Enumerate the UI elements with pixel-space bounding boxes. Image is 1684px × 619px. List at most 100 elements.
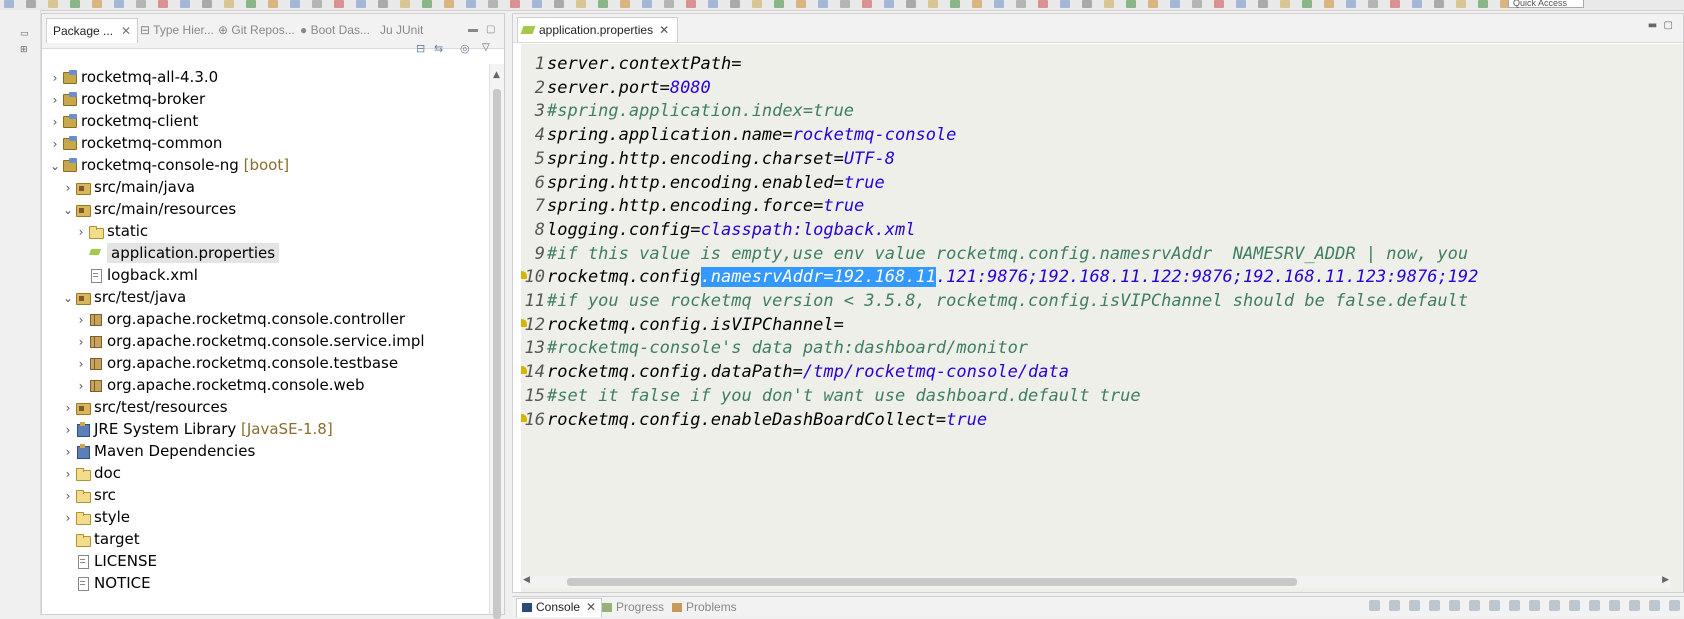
toolbar-button-icon[interactable]	[950, 0, 960, 8]
toolbar-button-icon[interactable]	[796, 0, 806, 8]
console-tool-icon[interactable]	[1489, 600, 1500, 611]
toolbar-button-icon[interactable]	[1434, 0, 1444, 8]
toolbar-button-icon[interactable]	[994, 0, 1004, 8]
console-tool-icon[interactable]	[1649, 600, 1660, 611]
tab-junit[interactable]: Ju JUnit	[380, 20, 423, 40]
toolbar-button-icon[interactable]	[1302, 0, 1312, 8]
toolbar-button-icon[interactable]	[708, 0, 718, 8]
chevron-right-icon[interactable]: ›	[61, 441, 75, 464]
tree-item[interactable]: › src/main/java	[61, 176, 195, 199]
scroll-thumb[interactable]	[493, 89, 501, 619]
tree-item[interactable]: › static	[74, 220, 149, 243]
collapse-all-icon[interactable]: ⊟	[416, 42, 425, 55]
link-with-editor-icon[interactable]: ⇆	[434, 42, 443, 55]
toolbar-button-icon[interactable]	[114, 0, 124, 8]
toolbar-button-icon[interactable]	[356, 0, 366, 8]
toolbar-button-icon[interactable]	[1456, 0, 1466, 8]
tree-item[interactable]: › org.apache.rocketmq.console.service.imp…	[74, 330, 425, 353]
view-menu-icon[interactable]: ▽	[482, 42, 490, 53]
toolbar-button-icon[interactable]	[70, 0, 80, 8]
tree-item[interactable]: › org.apache.rocketmq.console.web	[74, 374, 365, 397]
chevron-right-icon[interactable]: ›	[61, 177, 75, 200]
tab-progress[interactable]: Progress	[602, 599, 664, 615]
toolbar-button-icon[interactable]	[26, 0, 36, 8]
console-tool-icon[interactable]	[1529, 600, 1540, 611]
maximize-icon[interactable]: ▢	[486, 20, 495, 40]
editor-min-max-icon[interactable]: ▬ ▢	[1648, 20, 1673, 31]
toolbar-button-icon[interactable]	[1346, 0, 1356, 8]
tab-application-properties[interactable]: application.properties ✕	[517, 17, 679, 42]
toolbar-button-icon[interactable]	[972, 0, 982, 8]
toolbar-button-icon[interactable]	[664, 0, 674, 8]
toolbar-button-icon[interactable]	[1280, 0, 1290, 8]
tree-item[interactable]: ⌄ src/main/resources	[61, 198, 236, 221]
toolbar-button-icon[interactable]	[268, 0, 278, 8]
console-tool-icon[interactable]	[1669, 600, 1680, 611]
toolbar-button-icon[interactable]	[312, 0, 322, 8]
toolbar-button-icon[interactable]	[1390, 0, 1400, 8]
tree-item[interactable]: › Maven Dependencies	[61, 440, 256, 464]
toolbar-button-icon[interactable]	[554, 0, 564, 8]
quick-access-input[interactable]: Quick Access	[1508, 0, 1584, 8]
toolbar-button-icon[interactable]	[620, 0, 630, 8]
toolbar-button-icon[interactable]	[1192, 0, 1202, 8]
console-tool-icon[interactable]	[1469, 600, 1480, 611]
toolbar-button-icon[interactable]	[730, 0, 740, 8]
tab-console[interactable]: Console ✕	[516, 598, 603, 617]
tree-item[interactable]: › src	[61, 484, 116, 507]
code-area[interactable]: 1 server.contextPath= 2 server.port=8080 3 #s…	[521, 44, 1683, 592]
explorer-vertical-scrollbar[interactable]: ▲	[489, 64, 504, 619]
console-tool-icon[interactable]	[1509, 600, 1520, 611]
toolbar-button-icon[interactable]	[1148, 0, 1158, 8]
tree-item[interactable]: › rocketmq-common	[48, 132, 223, 156]
console-tool-icon[interactable]	[1549, 600, 1560, 611]
chevron-right-icon[interactable]: ›	[48, 133, 62, 156]
toolbar-button-icon[interactable]	[158, 0, 168, 8]
scroll-left-icon[interactable]: ◀	[523, 575, 530, 585]
chevron-right-icon[interactable]: ›	[48, 111, 62, 134]
toolbar-button-icon[interactable]	[1412, 0, 1422, 8]
tree-item[interactable]: LICENSE	[61, 550, 157, 573]
editor-horizontal-scrollbar[interactable]: ◀ ▶	[521, 575, 1671, 588]
toolbar-button-icon[interactable]	[818, 0, 828, 8]
tree-item[interactable]: › src/test/resources	[61, 396, 228, 419]
toolbar-button-icon[interactable]	[444, 0, 454, 8]
tree-item[interactable]: › rocketmq-client	[48, 110, 199, 134]
toolbar-button-icon[interactable]	[202, 0, 212, 8]
toolbar-button-icon[interactable]	[862, 0, 872, 8]
tree-item[interactable]: NOTICE	[61, 572, 151, 595]
tree-item[interactable]: application.properties	[74, 242, 280, 265]
minimize-icon[interactable]: ▬	[468, 20, 478, 40]
toolbar-button-icon[interactable]	[136, 0, 146, 8]
toolbar-button-icon[interactable]	[840, 0, 850, 8]
toolbar-button-icon[interactable]	[290, 0, 300, 8]
close-icon[interactable]: ✕	[121, 24, 131, 38]
perspective-icon[interactable]: ⊞	[20, 46, 29, 55]
close-icon[interactable]: ✕	[659, 23, 669, 37]
console-tool-icon[interactable]	[1369, 600, 1380, 611]
toolbar-button-icon[interactable]	[906, 0, 916, 8]
toolbar-button-icon[interactable]	[466, 0, 476, 8]
toolbar-button-icon[interactable]	[180, 0, 190, 8]
chevron-down-icon[interactable]: ⌄	[48, 155, 62, 178]
scroll-right-icon[interactable]: ▶	[1662, 575, 1669, 585]
toolbar-button-icon[interactable]	[1258, 0, 1268, 8]
chevron-right-icon[interactable]: ›	[61, 419, 75, 442]
tree-item[interactable]: ⌄ src/test/java	[61, 286, 186, 309]
toolbar-button-icon[interactable]	[752, 0, 762, 8]
focus-icon[interactable]: ◎	[460, 42, 470, 55]
console-tool-icon[interactable]	[1429, 600, 1440, 611]
chevron-right-icon[interactable]: ›	[61, 485, 75, 508]
close-icon[interactable]: ✕	[586, 600, 596, 614]
tree-item[interactable]: › rocketmq-broker	[48, 88, 206, 112]
toolbar-button-icon[interactable]	[224, 0, 234, 8]
tree-item[interactable]: logback.xml	[74, 264, 198, 287]
toolbar-button-icon[interactable]	[1236, 0, 1246, 8]
scroll-thumb[interactable]	[567, 578, 1297, 586]
tree-item[interactable]: › rocketmq-all-4.3.0	[48, 66, 219, 89]
tree-item[interactable]: target	[61, 528, 140, 551]
chevron-right-icon[interactable]: ›	[48, 89, 62, 112]
toolbar-button-icon[interactable]	[1368, 0, 1378, 8]
toolbar-button-icon[interactable]	[1324, 0, 1334, 8]
tree-item[interactable]: › doc	[61, 462, 121, 485]
